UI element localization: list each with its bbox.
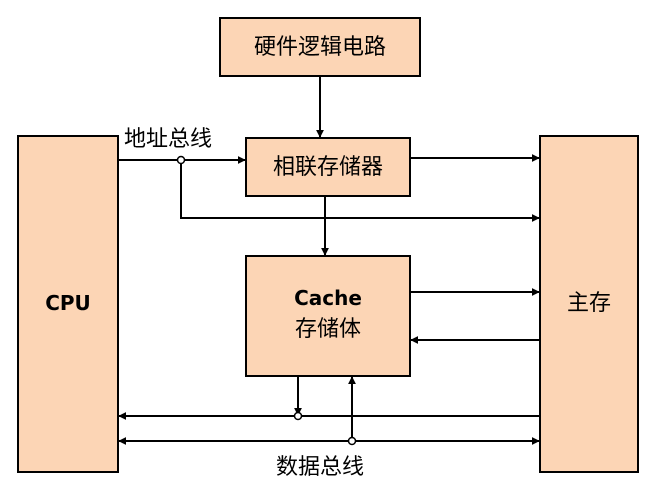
- logic-circuit-label: 硬件逻辑电路: [254, 35, 386, 60]
- main-memory-label: 主存: [567, 291, 611, 316]
- logic-circuit-box: 硬件逻辑电路: [219, 17, 421, 77]
- data-bus-junction: [347, 436, 357, 446]
- cache-label: Cache: [294, 286, 362, 310]
- cache-structure-diagram: 硬件逻辑电路 相联存储器 Cache 存储体 CPU 主存 地址总线 数据总线: [17, 17, 639, 480]
- cpu-box: CPU: [17, 135, 119, 473]
- address-bus-junction: [176, 155, 186, 165]
- address-bus-label: 地址总线: [124, 127, 212, 152]
- cache-storage-box: Cache 存储体: [245, 255, 411, 377]
- cpu-label: CPU: [45, 291, 91, 315]
- associative-memory-label: 相联存储器: [273, 155, 383, 180]
- data-bus-label: 数据总线: [276, 455, 364, 480]
- associative-memory-box: 相联存储器: [245, 137, 411, 197]
- main-memory-box: 主存: [539, 135, 639, 473]
- cache-storage-label: 存储体: [295, 317, 361, 342]
- cache-output-junction: [293, 411, 303, 421]
